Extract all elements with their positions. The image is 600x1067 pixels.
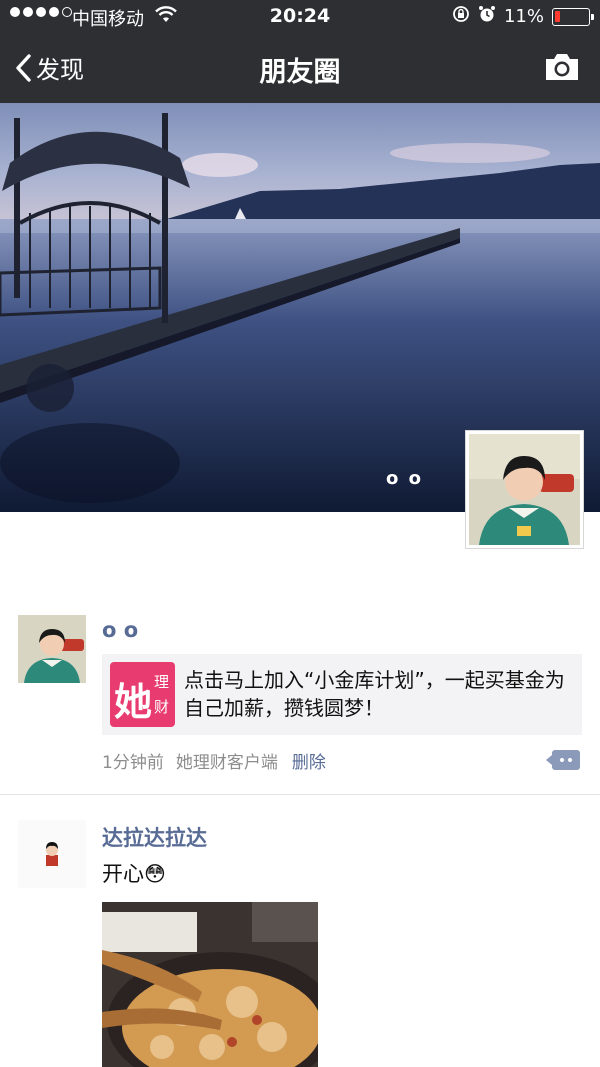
post-text: 开心😳 xyxy=(102,862,166,886)
delete-button[interactable]: 删除 xyxy=(292,753,326,773)
top-bar: 中国移动 20:24 11% 发现 朋友圈 xyxy=(0,0,600,103)
page-title: 朋友圈 xyxy=(259,57,341,88)
shared-link-card[interactable]: 她 理 财 点击马上加入“小金库计划”，一起买基金为自己加薪，攒钱圆梦！ xyxy=(102,654,582,735)
cover-user-name: o o xyxy=(386,468,423,489)
post-meta: 1分钟前 她理财客户端 删除 xyxy=(102,748,326,773)
post-divider xyxy=(0,794,600,795)
status-bar: 中国移动 20:24 11% xyxy=(0,0,600,34)
post-avatar[interactable] xyxy=(18,615,86,683)
alarm-icon xyxy=(478,5,496,28)
comment-menu-icon[interactable] xyxy=(546,750,580,770)
camera-icon xyxy=(546,54,578,80)
camera-button[interactable] xyxy=(544,52,580,86)
shared-link-title: 点击马上加入“小金库计划”，一起买基金为自己加薪，攒钱圆梦！ xyxy=(184,668,565,720)
rotation-lock-icon xyxy=(452,5,470,28)
post-time: 1分钟前 xyxy=(102,753,164,773)
post-author-name[interactable]: o o xyxy=(102,618,138,642)
battery-percentage: 11% xyxy=(503,6,544,27)
app-logo-icon: 她 理 财 xyxy=(110,662,175,727)
post-author-name[interactable]: 达拉达拉达 xyxy=(102,822,207,852)
battery-icon xyxy=(552,7,594,26)
profile-avatar[interactable] xyxy=(465,430,584,549)
post-source[interactable]: 她理财客户端 xyxy=(176,753,278,773)
post-photo[interactable] xyxy=(102,902,318,1067)
post-avatar[interactable] xyxy=(18,820,86,888)
navigation-bar: 发现 朋友圈 xyxy=(0,34,600,103)
